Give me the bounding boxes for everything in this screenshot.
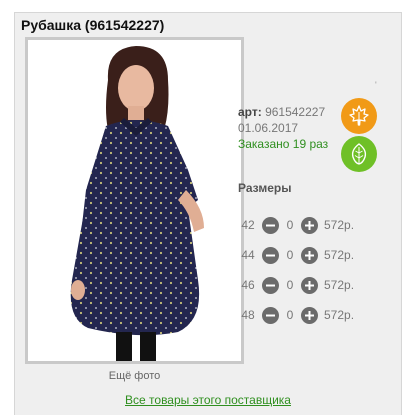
size-price: 572р. (324, 278, 355, 292)
product-card: Рубашка (961542227) Ещё фото (14, 12, 402, 415)
size-row: 42 0 572р. (238, 215, 354, 235)
maple-leaf-badge[interactable] (341, 98, 377, 134)
article-line: арт: 961542227 (238, 104, 328, 120)
size-row: 44 0 572р. (238, 245, 354, 265)
size-price: 572р. (324, 308, 355, 322)
sizes-title: Размеры (238, 181, 292, 195)
minus-icon[interactable] (262, 216, 279, 234)
size-price: 572р. (324, 218, 355, 232)
leaf-icon (351, 143, 367, 165)
maple-leaf-icon (349, 105, 369, 126)
minus-icon[interactable] (262, 246, 279, 264)
size-number: 48 (241, 308, 255, 322)
product-info: арт: 961542227 01.06.2017 Заказано 19 ра… (238, 104, 328, 152)
size-qty: 0 (286, 278, 294, 292)
shirt-photo-image (28, 40, 241, 361)
article-label: арт: (238, 105, 262, 119)
ordered-count: Заказано 19 раз (238, 137, 329, 151)
size-row: 48 0 572р. (238, 305, 354, 325)
more-photo-link[interactable]: Ещё фото (25, 370, 244, 382)
size-row: 46 0 572р. (238, 275, 354, 295)
product-title: Рубашка (961542227) (21, 17, 165, 33)
leaf-badge[interactable] (341, 136, 377, 172)
size-qty: 0 (286, 248, 294, 262)
article-value: 961542227 (265, 105, 326, 119)
minus-icon[interactable] (262, 306, 279, 324)
plus-icon[interactable] (301, 216, 318, 234)
size-number: 44 (241, 248, 255, 262)
size-number: 42 (241, 218, 255, 232)
size-number: 46 (241, 278, 255, 292)
product-date: 01.06.2017 (238, 121, 299, 135)
plus-icon[interactable] (301, 306, 318, 324)
size-price: 572р. (324, 248, 355, 262)
size-qty: 0 (286, 308, 294, 322)
plus-icon[interactable] (301, 246, 318, 264)
plus-icon[interactable] (301, 276, 318, 294)
supplier-products-link[interactable]: Все товары этого поставщика (14, 393, 402, 407)
product-photo[interactable] (25, 37, 244, 364)
minus-icon[interactable] (262, 276, 279, 294)
dot-mark: ' (375, 80, 377, 90)
size-qty: 0 (286, 218, 294, 232)
